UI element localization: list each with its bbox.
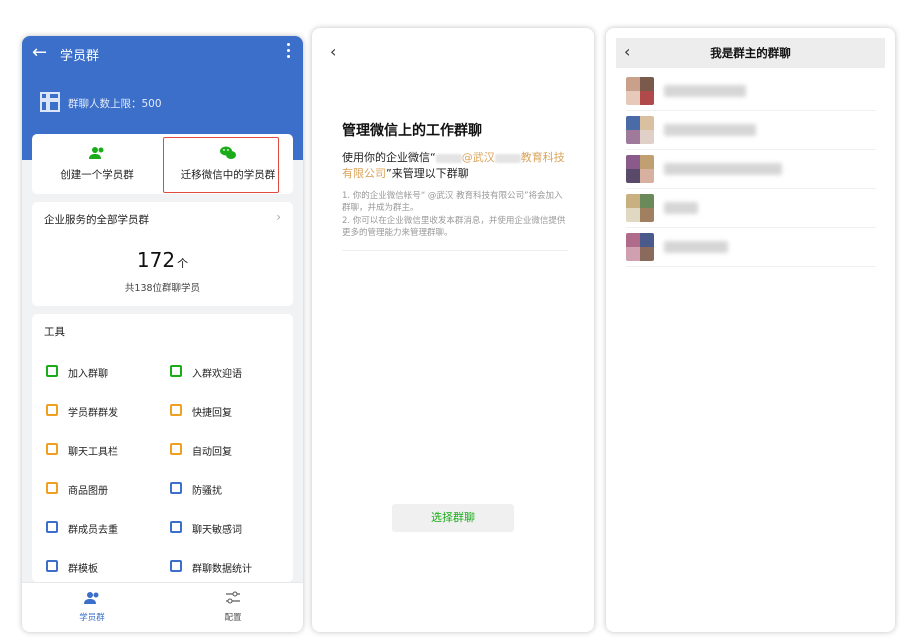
all-groups-title: 企业服务的全部学员群 <box>44 214 149 226</box>
tool-label: 学员群群发 <box>68 408 118 419</box>
tool-label: 防骚扰 <box>192 486 222 497</box>
tool-label: 加入群聊 <box>68 369 108 380</box>
member-count-text: 共138位群聊学员 <box>124 283 201 294</box>
blurred-org <box>494 153 521 163</box>
tool-label: 快捷回复 <box>192 408 232 419</box>
page-title: 学员群 <box>60 49 100 64</box>
group-avatar <box>626 194 654 222</box>
qr-join-icon <box>46 365 58 377</box>
group-limit-text: 群聊人数上限：500 <box>68 98 162 110</box>
tool-label: 自动回复 <box>192 447 232 458</box>
manage-notes: 1. 你的企业微信帐号“ @武汉 教育科技有限公司”将会加入群聊，并成为群主。 … <box>342 190 568 240</box>
note-1: 1. 你的企业微信帐号“ @武汉 教育科技有限公司”将会加入群聊，并成为群主。 <box>342 191 563 213</box>
tool-item[interactable]: 聊天敏感词 <box>162 510 282 548</box>
catalog-icon <box>46 482 58 494</box>
group-row[interactable] <box>626 228 876 267</box>
create-group-button[interactable]: 创建一个学员群 <box>32 134 162 194</box>
dedupe-icon <box>46 521 58 533</box>
tool-item[interactable]: 群成员去重 <box>32 510 152 548</box>
manage-title: 管理微信上的工作群聊 <box>342 123 482 139</box>
welcome-chat-icon <box>170 365 182 377</box>
grid-icon <box>40 92 60 112</box>
sensitive-word-icon <box>170 521 182 533</box>
top-bar: ← 学员群 <box>22 36 303 72</box>
blurred-group-name <box>664 163 782 175</box>
settings-sliders-icon <box>226 591 240 604</box>
tool-label: 群成员去重 <box>68 525 118 536</box>
group-avatar <box>626 77 654 105</box>
more-menu-icon[interactable] <box>287 43 291 61</box>
tab-settings[interactable]: 配置 <box>163 583 303 632</box>
blurred-group-name <box>664 202 698 214</box>
anti-harass-icon <box>170 482 182 494</box>
create-group-label: 创建一个学员群 <box>60 169 134 181</box>
group-row[interactable] <box>626 111 876 150</box>
owner-groups-title: 我是群主的群聊 <box>710 46 791 60</box>
all-groups-card[interactable]: 企业服务的全部学员群 › 172 个 共138位群聊学员 <box>32 202 293 306</box>
tab-settings-label: 配置 <box>224 613 242 623</box>
quick-reply-icon <box>170 404 182 416</box>
owner-groups-header: ‹ 我是群主的群聊 <box>616 38 885 68</box>
manage-description: 使用你的企业微信“ @武汉 教育科技有限公司”来管理以下群聊 <box>342 151 565 180</box>
tool-item[interactable]: 自动回复 <box>162 432 282 470</box>
group-avatar <box>626 233 654 261</box>
tool-item[interactable]: 加入群聊 <box>32 354 152 392</box>
manage-work-groups-screen: ‹ 管理微信上的工作群聊 使用你的企业微信“ @武汉 教育科技有限公司”来管理以下群… <box>312 28 594 632</box>
tool-label: 聊天工具栏 <box>68 447 118 458</box>
group-row[interactable] <box>626 72 876 111</box>
tool-label: 群模板 <box>68 564 98 575</box>
blurred-group-name <box>664 124 756 136</box>
broadcast-icon <box>46 404 58 416</box>
tool-label: 群聊数据统计 <box>192 564 252 575</box>
group-count: 172 个 <box>136 248 189 272</box>
tool-item[interactable]: 聊天工具栏 <box>32 432 152 470</box>
tools-card: 工具 加入群聊 入群欢迎语学员群群发 快捷回复聊天工具栏 自动回复商品图册 防骚扰群成员… <box>32 314 293 582</box>
select-group-button[interactable]: 选择群聊 <box>392 504 514 532</box>
tab-student-group-label: 学员群 <box>79 613 105 623</box>
template-icon <box>46 560 58 572</box>
people-icon <box>84 592 99 604</box>
tool-label: 聊天敏感词 <box>192 525 242 536</box>
blurred-account <box>435 153 462 163</box>
group-avatar <box>626 116 654 144</box>
highlight-box <box>163 137 279 193</box>
tool-label: 入群欢迎语 <box>192 369 242 380</box>
blurred-group-name <box>664 241 728 253</box>
bottom-tab-bar: 学员群 配置 <box>22 582 303 632</box>
tool-item[interactable]: 入群欢迎语 <box>162 354 282 392</box>
tools-title: 工具 <box>44 326 65 338</box>
back-chevron-icon[interactable]: ‹ <box>330 42 336 61</box>
tool-item[interactable]: 商品图册 <box>32 471 152 509</box>
tool-item[interactable]: 快捷回复 <box>162 393 282 431</box>
tool-label: 商品图册 <box>68 486 108 497</box>
blurred-group-name <box>664 85 746 97</box>
toolbar-icon <box>46 443 58 455</box>
group-row[interactable] <box>626 150 876 189</box>
group-count-unit: 个 <box>177 257 189 270</box>
back-arrow-icon[interactable]: ← <box>32 42 47 63</box>
group-row[interactable] <box>626 189 876 228</box>
add-group-icon <box>89 147 104 159</box>
chevron-right-icon: › <box>276 210 281 224</box>
group-avatar <box>626 155 654 183</box>
student-group-screen: ← 学员群 群聊人数上限：500 创建一个学员群 迁移微信中的学员群 企业服务的… <box>22 36 303 632</box>
tool-item[interactable]: 学员群群发 <box>32 393 152 431</box>
note-2: 2. 你可以在企业微信里收发本群消息，并使用企业微信提供更多的管理能力来管理群聊… <box>342 216 566 238</box>
owner-groups-screen: ‹ 我是群主的群聊 <box>606 28 895 632</box>
tool-item[interactable]: 防骚扰 <box>162 471 282 509</box>
stats-icon <box>170 560 182 572</box>
auto-reply-icon <box>170 443 182 455</box>
tab-student-group[interactable]: 学员群 <box>22 583 162 632</box>
divider <box>342 250 568 251</box>
